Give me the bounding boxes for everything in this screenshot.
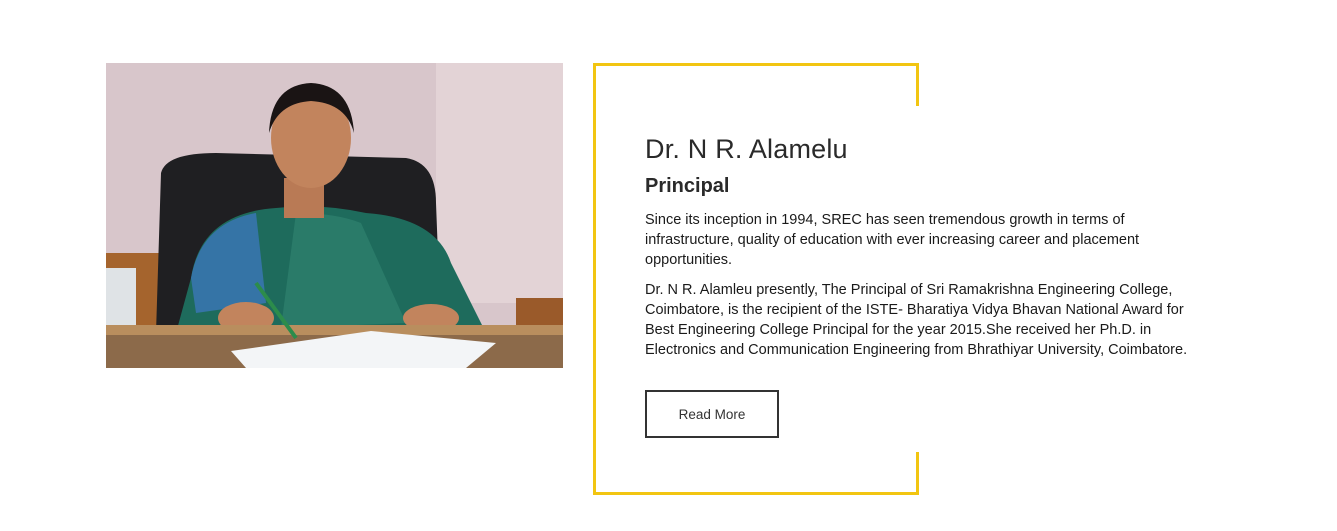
intro-paragraph: Since its inception in 1994, SREC has se… xyxy=(645,212,1140,268)
bio-paragraph: Dr. N R. Alamleu presently, The Principa… xyxy=(645,282,1188,358)
principal-role: Principal xyxy=(645,175,730,197)
frame-left-border xyxy=(593,63,596,495)
principal-name: Dr. N R. Alamelu xyxy=(645,134,848,164)
read-more-button[interactable]: Read More xyxy=(645,390,779,438)
frame-right-bottom-border xyxy=(916,452,919,495)
frame-right-top-border xyxy=(916,63,919,106)
frame-top-border xyxy=(593,63,919,66)
principal-photo xyxy=(106,63,563,368)
principal-info: Dr. N R. Alamelu Principal Since its inc… xyxy=(645,130,1205,360)
frame-bottom-border xyxy=(593,492,919,495)
principal-section: Dr. N R. Alamelu Principal Since its inc… xyxy=(0,0,1337,531)
